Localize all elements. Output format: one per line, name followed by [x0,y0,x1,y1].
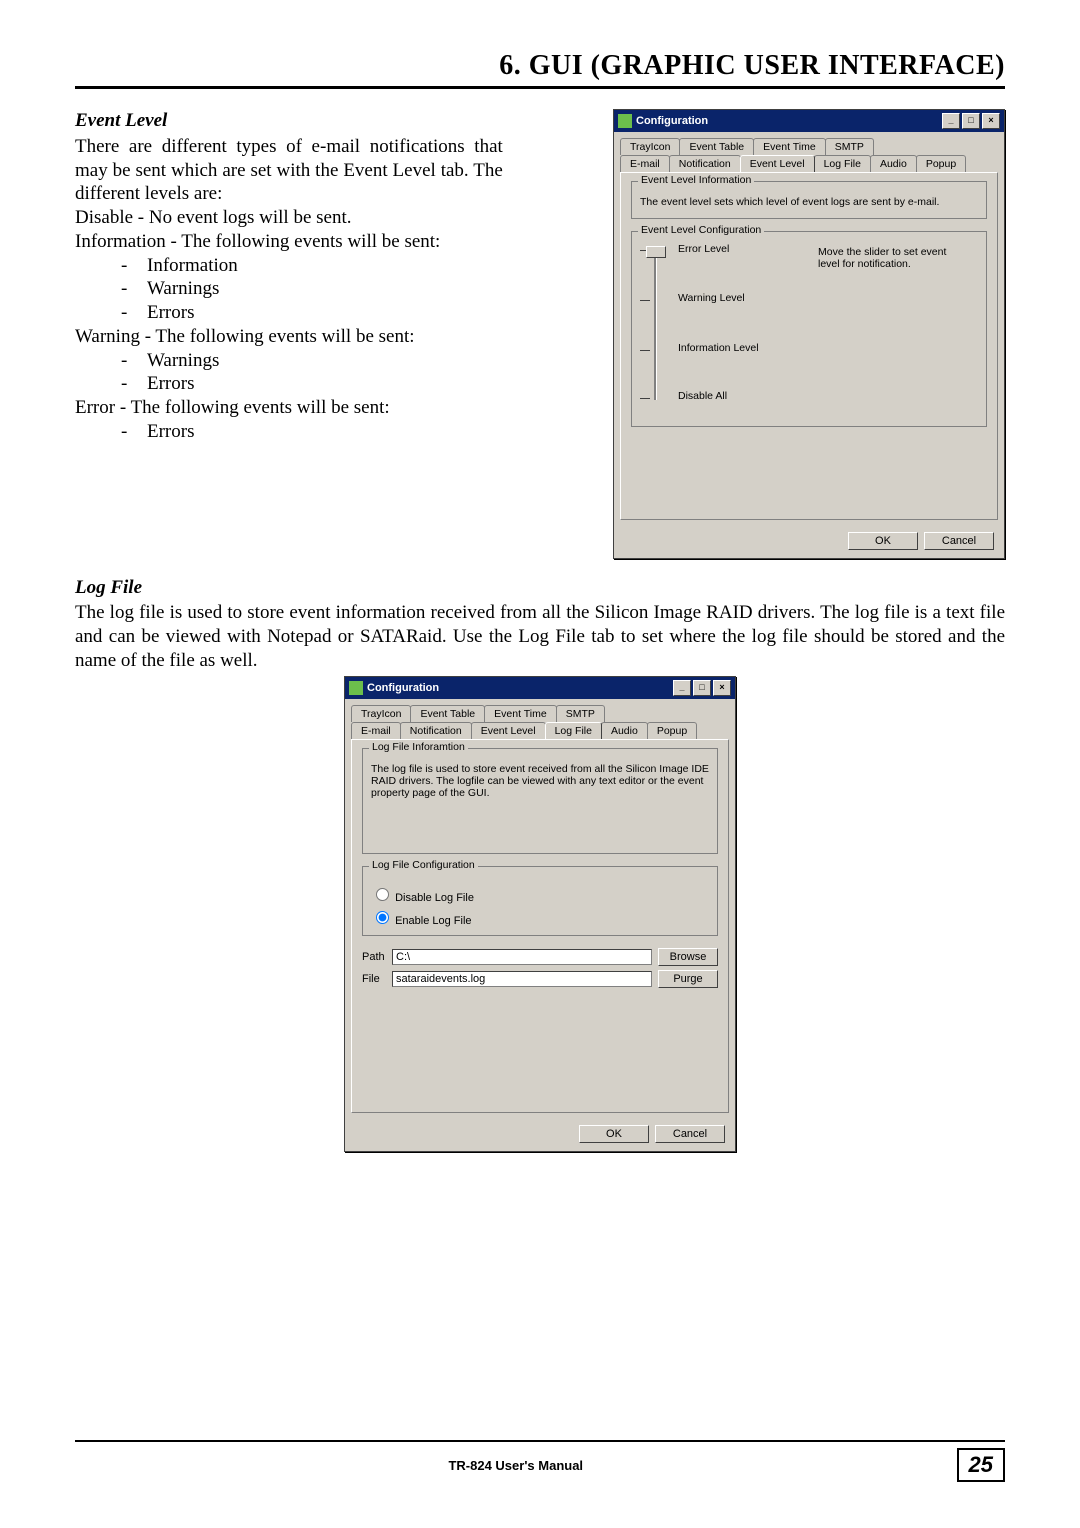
minimize-button[interactable]: _ [942,113,960,129]
path-input[interactable] [392,949,652,965]
browse-button[interactable]: Browse [658,948,718,966]
app-icon [349,681,363,695]
log-file-text: The log file is used to store event info… [75,601,1005,672]
group-event-level-info: Event Level Information The event level … [631,181,987,219]
tab-event-level[interactable]: Event Level [740,155,815,172]
tab-email[interactable]: E-mail [351,722,401,739]
page-number: 25 [957,1448,1005,1482]
group-log-file-info: Log File Inforamtion The log file is use… [362,748,718,854]
file-input[interactable] [392,971,652,987]
event-level-slider[interactable] [640,250,670,400]
titlebar[interactable]: Configuration _ □ × [345,677,735,699]
close-button[interactable]: × [982,113,1000,129]
radio-enable-log[interactable]: Enable Log File [371,908,709,927]
tab-log-file[interactable]: Log File [545,722,602,739]
tab-trayicon[interactable]: TrayIcon [620,138,680,155]
tab-trayicon[interactable]: TrayIcon [351,705,411,722]
titlebar[interactable]: Configuration _ □ × [614,110,1004,132]
slider-thumb-icon[interactable] [646,246,666,258]
purge-button[interactable]: Purge [658,970,718,988]
tab-smtp[interactable]: SMTP [556,705,605,722]
maximize-button[interactable]: □ [693,680,711,696]
page-header: 6. GUI (GRAPHIC USER INTERFACE) [75,50,1005,82]
log-file-heading: Log File [75,577,1005,599]
group-event-level-config: Event Level Configuration [631,231,987,427]
close-button[interactable]: × [713,680,731,696]
cancel-button[interactable]: Cancel [924,532,994,550]
config-window-log-file: Configuration _ □ × TrayIcon Event Table… [344,676,736,1152]
tab-audio[interactable]: Audio [870,155,917,172]
maximize-button[interactable]: □ [962,113,980,129]
tab-event-table[interactable]: Event Table [410,705,485,722]
cancel-button[interactable]: Cancel [655,1125,725,1143]
radio-disable-log[interactable]: Disable Log File [371,885,709,904]
tab-email[interactable]: E-mail [620,155,670,172]
tab-smtp[interactable]: SMTP [825,138,874,155]
minimize-button[interactable]: _ [673,680,691,696]
event-level-text: Event Level There are different types of… [75,109,503,559]
tab-audio[interactable]: Audio [601,722,648,739]
tab-event-time[interactable]: Event Time [484,705,557,722]
file-label: File [362,973,392,985]
ok-button[interactable]: OK [848,532,918,550]
group-log-file-config: Log File Configuration Disable Log File … [362,866,718,936]
tab-event-time[interactable]: Event Time [753,138,826,155]
header-rule [75,86,1005,89]
info-list: Information Warnings Errors [121,254,503,325]
ok-button[interactable]: OK [579,1125,649,1143]
tab-popup[interactable]: Popup [916,155,966,172]
tab-popup[interactable]: Popup [647,722,697,739]
config-window-event-level: Configuration _ □ × TrayIcon Event Table… [613,109,1005,559]
tab-notification[interactable]: Notification [669,155,741,172]
tab-event-table[interactable]: Event Table [679,138,754,155]
path-label: Path [362,951,392,963]
tab-log-file[interactable]: Log File [814,155,871,172]
err-list: Errors [121,420,503,444]
warn-list: Warnings Errors [121,349,503,397]
app-icon [618,114,632,128]
page-footer: TR-824 User's Manual 25 [75,1440,1005,1482]
tab-event-level[interactable]: Event Level [471,722,546,739]
footer-text: TR-824 User's Manual [75,1458,957,1473]
event-level-heading: Event Level [75,109,503,133]
tab-notification[interactable]: Notification [400,722,472,739]
